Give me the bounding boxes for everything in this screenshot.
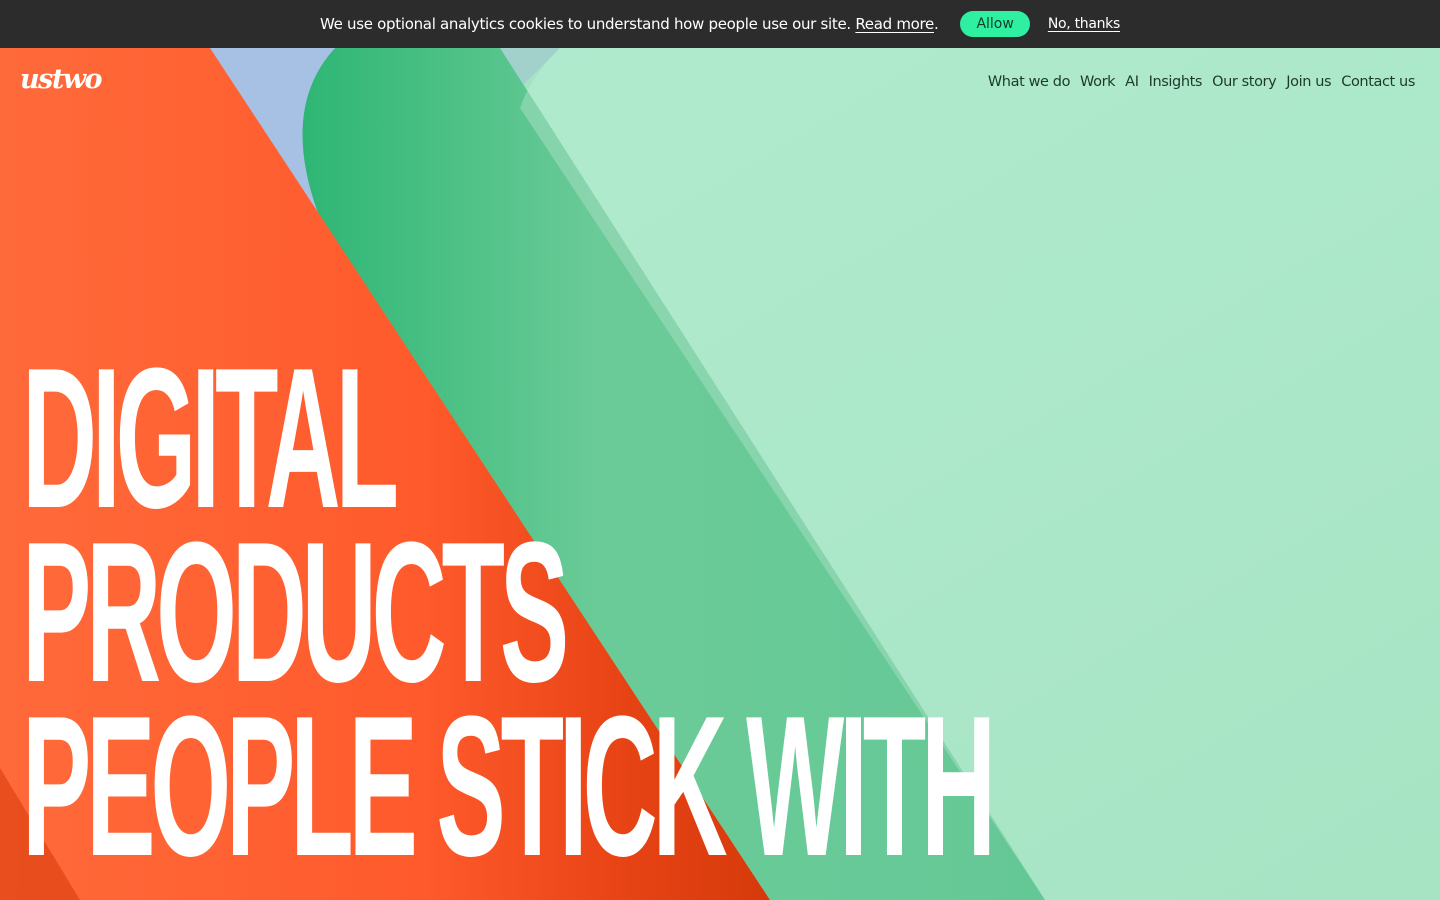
nav-item-insights[interactable]: Insights: [1149, 74, 1203, 90]
allow-cookies-button[interactable]: Allow: [960, 11, 1030, 37]
main-nav: What we do Work AI Insights Our story Jo…: [988, 74, 1416, 90]
headline-line-1: DIGITAL: [22, 327, 399, 550]
hero-headline: DIGITAL PRODUCTS PEOPLE STICK WITH: [22, 327, 1440, 898]
nav-item-join-us[interactable]: Join us: [1286, 74, 1331, 90]
nav-item-ai[interactable]: AI: [1125, 74, 1139, 90]
cookie-message: We use optional analytics cookies to und…: [320, 15, 851, 33]
decline-cookies-link[interactable]: No, thanks: [1048, 16, 1120, 32]
ustwo-logo[interactable]: ustwo: [20, 66, 103, 93]
nav-item-our-story[interactable]: Our story: [1212, 74, 1277, 90]
cookie-banner: We use optional analytics cookies to und…: [0, 0, 1440, 48]
headline-line-3: PEOPLE STICK WITH: [22, 675, 996, 898]
read-more-link[interactable]: Read more: [855, 15, 934, 33]
cookie-period: .: [933, 15, 939, 33]
nav-item-work[interactable]: Work: [1080, 74, 1116, 90]
headline-line-2: PRODUCTS: [22, 501, 569, 724]
nav-item-what-we-do[interactable]: What we do: [988, 74, 1071, 90]
cookie-message-wrapper: We use optional analytics cookies to und…: [320, 15, 939, 33]
nav-item-contact-us[interactable]: Contact us: [1341, 74, 1415, 90]
